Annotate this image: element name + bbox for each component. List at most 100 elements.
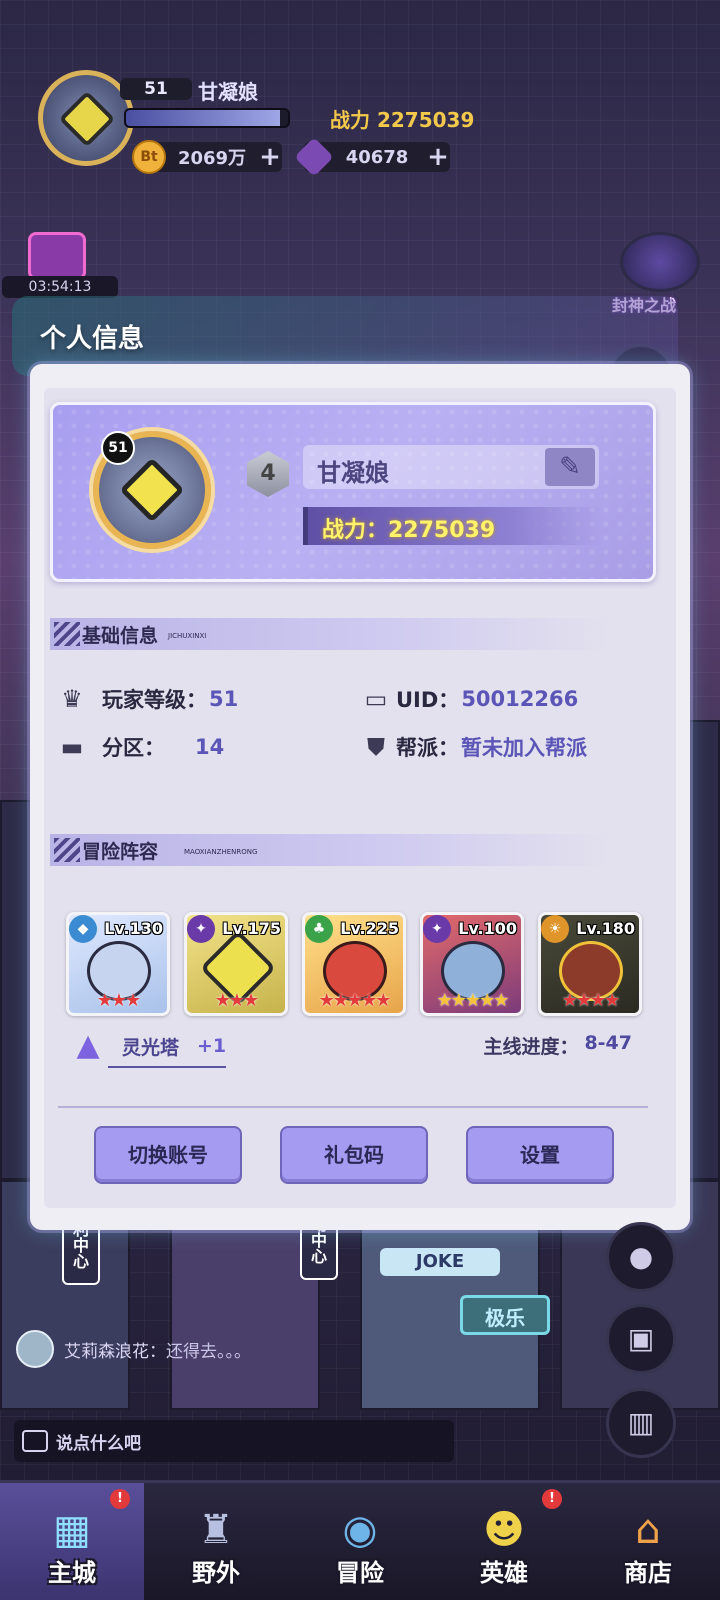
hud-power: 战力 2275039 [330,108,475,132]
hero-card[interactable]: ♣ Lv.225 ★★★★★ [302,912,406,1016]
coin-counter: Bt 2069万 + [132,140,282,174]
tower-underline [108,1066,226,1068]
light-element-icon: ☀ [541,915,569,943]
chat-text: 还得去。。。 [166,1341,251,1362]
hero-level: Lv.175 [222,919,281,938]
section-title: 基础信息 [82,625,159,647]
gem-counter: 40678 + [294,137,450,177]
nav-heroes[interactable]: ☻ 英雄 ! [432,1483,576,1600]
switch-account-button[interactable]: 切换账号 [94,1126,242,1184]
ranking-icon[interactable]: ▥ [606,1388,676,1458]
hero-stars: ★★★★★ [436,990,510,1011]
joke-sign: JOKE [380,1248,500,1276]
crown-icon: ♛ [61,685,83,713]
mainline-value: 8-47 [584,1032,632,1054]
info-label: 帮派： [396,736,459,760]
zone-row: ▬ 分区： 14 [54,732,225,762]
nav-label: 英雄 [480,1559,528,1587]
guild-value[interactable]: 暂未加入帮派 [461,732,587,762]
hero-stars: ★★★ [214,990,259,1011]
avatar-emblem-icon [58,90,116,148]
mainline-label: 主线进度： [483,1036,579,1058]
divider [58,1106,648,1108]
exp-bar [124,108,290,128]
friends-icon[interactable]: ● [606,1222,676,1292]
hud-level: 51 [120,78,192,100]
uid-row: ▭ UID： 50012266 [358,684,579,714]
info-label: UID： [396,688,460,712]
info-label: 分区： [102,736,165,760]
hud-player-name: 甘凝娘 [198,80,258,104]
server-icon: ▬ [60,733,84,761]
hero-stars: ★★★★★ [318,990,392,1011]
chat-avatar [16,1330,54,1368]
void-element-icon: ✦ [423,915,451,943]
name-field: 甘凝娘 ✎ [303,445,599,489]
info-label: 玩家等级： [102,688,207,712]
nav-shop[interactable]: ⌂ 商店 [576,1483,720,1600]
player-level-row: ♛ 玩家等级： 51 [54,684,238,714]
nav-label: 冒险 [336,1559,384,1587]
hero-level: Lv.130 [104,919,163,938]
info-value: 14 [195,735,225,759]
pencil-icon: ✎ [559,452,581,482]
notification-badge: ! [110,1489,130,1509]
section-subtitle: MAOXIANZHENRONG [184,848,258,856]
avatar-level-badge: 51 [101,431,135,465]
guild-row: ⛊ 帮派： 暂未加入帮派 [358,732,587,762]
coin-value: 2069万 [177,148,247,169]
panel-title: 个人信息 [40,324,145,354]
spirit-tower-row[interactable]: ▲ 灵光塔 +1 [70,1028,226,1064]
nav-label: 主城 [48,1559,96,1587]
water-element-icon: ◆ [69,915,97,943]
profile-panel: 51 4 甘凝娘 ✎ 战力：2275039 基础信息 JICHUXINXI ♛ … [30,364,690,1230]
id-card-icon: ▭ [364,685,388,713]
tower-label: 灵光塔 [122,1036,180,1059]
gift-timer: 03:54:13 [2,276,118,298]
section-subtitle: JICHUXINXI [168,632,207,640]
jile-sign: 极乐 [460,1295,550,1335]
nav-adventure[interactable]: ◉ 冒险 [288,1483,432,1600]
basic-info-header: 基础信息 JICHUXINXI [50,618,610,650]
tower-bonus: +1 [197,1035,227,1057]
chat-input[interactable]: 说点什么吧 [14,1420,454,1462]
backpack-icon[interactable]: ▣ [606,1304,676,1374]
profile-card: 51 4 甘凝娘 ✎ 战力：2275039 [50,402,656,582]
hero-card[interactable]: ✦ Lv.175 ★★★ [184,912,288,1016]
mainline-progress: 主线进度： 8-47 [483,1032,632,1059]
nav-main-city[interactable]: ▦ 主城 ! [0,1483,144,1600]
gift-box-icon[interactable] [28,232,86,280]
guild-shield-icon: ⛊ [367,733,385,761]
nature-element-icon: ♣ [305,915,333,943]
nav-field[interactable]: ♜ 野外 [144,1483,288,1600]
gift-code-button[interactable]: 礼包码 [280,1126,428,1184]
player-name: 甘凝娘 [317,459,389,487]
stripes-icon [54,622,80,646]
section-title: 冒险阵容 [82,841,159,863]
chat-message[interactable]: 艾莉森浪花： 还得去。。。 [16,1330,251,1368]
hero-card[interactable]: ◆ Lv.130 ★★★ [66,912,170,1016]
settings-button[interactable]: 设置 [466,1126,614,1184]
stripes-icon [54,838,80,862]
hero-card[interactable]: ✦ Lv.100 ★★★★★ [420,912,524,1016]
hero-card[interactable]: ☀ Lv.180 ★★★★ [538,912,642,1016]
add-coins-button[interactable]: + [258,144,282,170]
info-value: 51 [209,687,239,711]
power-banner: 战力：2275039 [303,507,603,545]
power-value: 战力：2275039 [322,518,496,543]
add-gems-button[interactable]: + [426,144,450,170]
hero-level: Lv.180 [576,919,635,938]
edit-name-button[interactable]: ✎ [545,448,595,486]
nav-label: 商店 [624,1559,672,1587]
chat-bubble-icon [22,1430,48,1452]
chat-placeholder: 说点什么吧 [56,1433,141,1454]
crystal-tower-icon: ▲ [76,1028,100,1063]
chat-sender: 艾莉森浪花： [64,1341,166,1362]
event-balloon-icon[interactable] [620,232,700,292]
hero-level: Lv.225 [340,919,399,938]
panel-content: 51 4 甘凝娘 ✎ 战力：2275039 基础信息 JICHUXINXI ♛ … [44,388,676,1208]
hero-level: Lv.100 [458,919,517,938]
exp-bar-fill [126,110,280,126]
uid-value[interactable]: 50012266 [461,687,578,711]
gem-value: 40678 [345,146,409,168]
